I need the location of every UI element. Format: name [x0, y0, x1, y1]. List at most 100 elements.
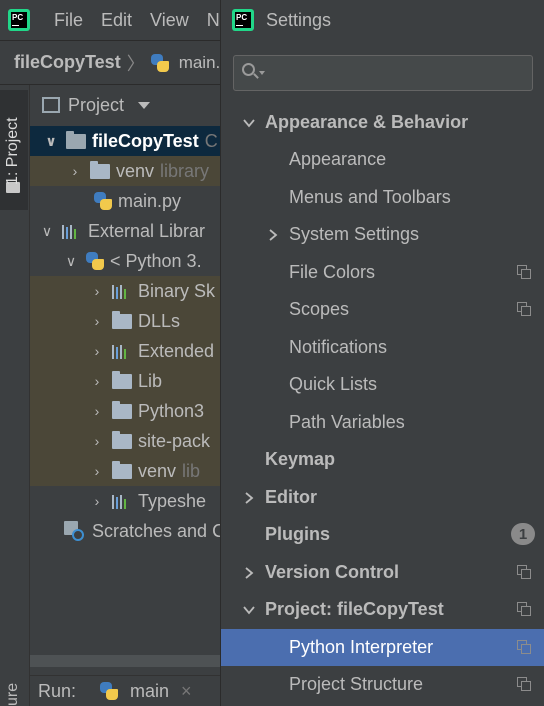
breadcrumb-file[interactable]: main.: [150, 52, 221, 73]
python-file-icon: [150, 53, 169, 72]
settings-item-label: Quick Lists: [289, 374, 378, 394]
menu-view[interactable]: View: [150, 10, 189, 31]
folder-icon: [112, 310, 132, 329]
menu-edit[interactable]: Edit: [101, 10, 132, 31]
settings-item-scopes[interactable]: Scopes: [221, 291, 544, 328]
tree-row-venv[interactable]: › venv library: [30, 156, 220, 186]
chevron-right-icon[interactable]: ›: [90, 283, 104, 299]
folder-icon: [112, 430, 132, 449]
settings-item-label: Project: fileCopyTest: [265, 599, 444, 619]
project-view-selector[interactable]: Project: [30, 85, 220, 125]
settings-item-appearance[interactable]: Appearance: [221, 141, 544, 178]
chevron-right-icon[interactable]: ›: [90, 373, 104, 389]
tree-row-label: < Python 3.: [110, 250, 202, 271]
tree-row-python3[interactable]: › Python3: [30, 396, 220, 426]
settings-item-notifications[interactable]: Notifications: [221, 329, 544, 366]
chevron-right-icon[interactable]: [241, 565, 257, 581]
chevron-down-icon[interactable]: [241, 602, 257, 618]
dialog-title: Settings: [266, 9, 332, 30]
chevron-right-icon[interactable]: ›: [90, 463, 104, 479]
settings-item-label: Appearance: [289, 149, 387, 169]
chevron-down-icon[interactable]: ∨: [44, 133, 58, 150]
settings-item-appearance-behavior[interactable]: Appearance & Behavior: [221, 104, 544, 141]
settings-item-file-colors[interactable]: File Colors: [221, 254, 544, 291]
settings-item-menus-toolbars[interactable]: Menus and Toolbars: [221, 179, 544, 216]
tree-row-label: Extended: [138, 340, 215, 361]
tree-row-lib[interactable]: › Lib: [30, 366, 220, 396]
chevron-right-icon[interactable]: ›: [90, 433, 104, 449]
folder-icon: [112, 400, 132, 419]
tree-row-extended[interactable]: › Extended: [30, 336, 220, 366]
settings-item-plugins[interactable]: Plugins 1: [221, 516, 544, 553]
settings-item-label: Project Structure: [289, 674, 424, 694]
chevron-right-icon[interactable]: ›: [90, 493, 104, 509]
settings-item-version-control[interactable]: Version Control: [221, 554, 544, 591]
tree-row-suffix: library: [160, 160, 210, 181]
settings-item-system-settings[interactable]: System Settings: [221, 216, 544, 253]
breadcrumb: fileCopyTest 〉 main.: [0, 40, 220, 84]
settings-item-label: File Colors: [289, 262, 376, 282]
settings-item-label: Appearance & Behavior: [265, 112, 469, 132]
settings-item-project[interactable]: Project: fileCopyTest: [221, 591, 544, 628]
library-icon: [112, 343, 130, 359]
folder-icon: [66, 130, 86, 149]
tool-tab-project[interactable]: 1: Project: [0, 90, 28, 210]
settings-item-python-interpreter[interactable]: Python Interpreter: [221, 629, 544, 666]
chevron-right-icon[interactable]: ›: [90, 403, 104, 419]
tree-row-site-packages[interactable]: › site-pack: [30, 426, 220, 456]
chevron-right-icon[interactable]: ›: [68, 163, 82, 179]
plugins-update-badge: 1: [511, 523, 535, 545]
chevron-down-icon[interactable]: ∨: [64, 253, 78, 270]
tree-row-scratches[interactable]: Scratches and C: [30, 516, 220, 546]
tree-row-project-root[interactable]: ∨ fileCopyTest C: [30, 126, 220, 156]
tree-row-label: venv: [116, 160, 155, 181]
python-file-icon: [94, 192, 112, 210]
settings-dialog: PC Settings Appearance & Behavior Appear…: [220, 0, 544, 706]
chevron-down-icon[interactable]: [241, 115, 257, 131]
folder-icon: [90, 160, 110, 179]
settings-item-label: Python Interpreter: [289, 637, 434, 657]
settings-item-quick-lists[interactable]: Quick Lists: [221, 366, 544, 403]
tree-row-main-py[interactable]: main.py: [30, 186, 220, 216]
horizontal-scrollbar[interactable]: [30, 655, 220, 667]
project-level-copy-icon: [517, 602, 531, 616]
settings-item-project-structure[interactable]: Project Structure: [221, 666, 544, 703]
breadcrumb-file-label: main.: [178, 52, 221, 72]
settings-item-label: Editor: [265, 487, 317, 507]
settings-item-keymap[interactable]: Keymap: [221, 441, 544, 478]
tree-row-dlls[interactable]: › DLLs: [30, 306, 220, 336]
chevron-right-icon[interactable]: [265, 227, 281, 243]
settings-search-field[interactable]: [233, 55, 533, 91]
tree-row-binary-skeletons[interactable]: › Binary Sk: [30, 276, 220, 306]
tool-tab-project-label: 1: Project: [4, 117, 21, 185]
tree-row-venv-lib[interactable]: › venv lib: [30, 456, 220, 486]
tree-row-python-sdk[interactable]: ∨ < Python 3.: [30, 246, 220, 276]
pycharm-logo-icon: PC: [232, 9, 254, 31]
search-input[interactable]: [264, 64, 514, 82]
run-tab-main[interactable]: main ×: [100, 681, 192, 702]
chevron-right-icon[interactable]: [241, 490, 257, 506]
tree-row-external-libraries[interactable]: ∨ External Librar: [30, 216, 220, 246]
chevron-right-icon[interactable]: ›: [90, 313, 104, 329]
chevron-down-icon[interactable]: ∨: [40, 223, 54, 240]
tree-row-label: External Librar: [88, 220, 206, 241]
scratches-icon: [64, 521, 86, 541]
tool-tab-structure[interactable]: ure: [4, 683, 22, 706]
run-tab-label: main: [130, 680, 170, 701]
chevron-right-icon[interactable]: ›: [90, 343, 104, 359]
folder-icon: [112, 370, 132, 389]
close-icon[interactable]: ×: [181, 681, 192, 702]
tree-row-typeshed[interactable]: › Typeshe: [30, 486, 220, 516]
pycharm-logo-icon: PC: [8, 9, 30, 31]
tree-row-label: Lib: [138, 370, 163, 391]
settings-item-editor[interactable]: Editor: [221, 479, 544, 516]
menu-navigate[interactable]: N: [207, 10, 220, 31]
project-level-copy-icon: [517, 265, 531, 279]
tree-row-label: fileCopyTest: [92, 130, 199, 151]
search-icon[interactable]: [242, 63, 265, 83]
menu-file[interactable]: File: [54, 10, 83, 31]
breadcrumb-project[interactable]: fileCopyTest: [14, 52, 121, 73]
settings-item-path-variables[interactable]: Path Variables: [221, 404, 544, 441]
python-sdk-icon: [86, 252, 104, 270]
settings-item-label: Notifications: [289, 337, 388, 357]
